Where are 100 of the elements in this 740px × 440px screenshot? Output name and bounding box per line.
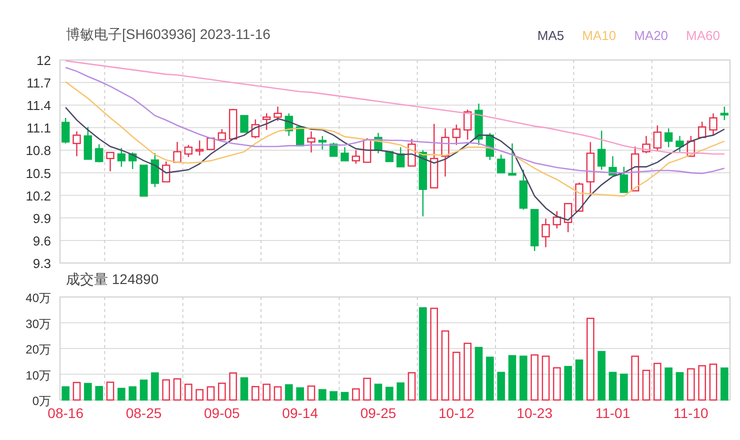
candlestick — [296, 125, 304, 146]
candlestick — [140, 164, 148, 197]
chart-title: 博敏电子[SH603936] 2023-11-16 — [66, 25, 270, 44]
volume-bar — [530, 354, 538, 401]
volume-bar — [162, 379, 170, 401]
volume-bar — [386, 386, 394, 401]
volume-bar — [173, 378, 182, 401]
volume-bar — [252, 386, 260, 401]
candlestick — [128, 152, 137, 170]
date-label: 09-25 — [360, 405, 396, 421]
legend-label: MA10 — [582, 26, 616, 44]
candlestick — [418, 150, 428, 216]
volume-bar — [709, 364, 718, 401]
volume-bar — [262, 384, 270, 401]
axis-label: 10万 — [26, 368, 51, 382]
candlestick — [630, 146, 640, 192]
volume-bar — [408, 372, 416, 401]
candlestick — [620, 166, 628, 193]
volume-bar — [218, 382, 226, 401]
candlestick — [642, 136, 650, 154]
candlestick — [564, 203, 572, 232]
volume-bar — [486, 356, 494, 401]
volume-title: 成交量 124890 — [66, 270, 159, 289]
candlestick — [352, 150, 360, 164]
candlestick — [274, 106, 282, 121]
axis-label: 9.3 — [32, 256, 51, 270]
candlestick — [720, 106, 729, 120]
volume-bar — [631, 356, 639, 401]
candlestick — [284, 113, 294, 136]
date-label: 11-10 — [674, 405, 708, 421]
volume-bar — [72, 382, 81, 401]
axis-label: 10.8 — [26, 143, 51, 158]
volume-bar — [296, 387, 304, 401]
volume-bar — [642, 370, 650, 401]
date-label: 10-12 — [438, 405, 474, 421]
volume-bar — [553, 367, 561, 401]
axis-label: 40万 — [26, 291, 51, 305]
axis-label: 11.1 — [26, 120, 51, 136]
candlestick — [463, 110, 472, 140]
candlestick — [597, 130, 606, 170]
date-label: 09-14 — [282, 405, 318, 421]
candlestick — [262, 113, 271, 130]
candlestick — [486, 132, 494, 160]
volume-bar — [374, 384, 382, 401]
candlestick — [307, 131, 316, 152]
volume-bar — [206, 386, 215, 401]
axis-label: 11.4 — [26, 98, 51, 114]
candlestick — [173, 142, 182, 163]
volume-bar — [508, 355, 516, 401]
date-label: 09-05 — [204, 405, 240, 421]
candlestick — [474, 104, 483, 145]
candlestick — [408, 138, 416, 167]
candlestick — [385, 151, 394, 162]
legend-label: MA20 — [634, 26, 668, 44]
volume-bar — [598, 350, 606, 401]
volume-bar — [352, 388, 360, 401]
candlestick — [709, 113, 718, 136]
candlestick — [228, 108, 238, 140]
candlestick — [150, 153, 160, 188]
axis-label: 11.7 — [26, 76, 51, 91]
volume-bar — [396, 382, 404, 401]
axis-label: 12 — [36, 53, 51, 68]
candlestick — [698, 122, 706, 138]
volume-bar — [608, 372, 617, 401]
volume-bar — [274, 386, 282, 401]
axis-label: 30万 — [26, 316, 51, 331]
candlestick — [676, 136, 684, 152]
volume-bar — [184, 384, 192, 401]
candlestick — [508, 143, 516, 176]
volume-bar — [240, 377, 248, 401]
volume-bar — [84, 382, 92, 401]
axis-label: 0万 — [32, 394, 51, 408]
axis-label: 10.2 — [26, 188, 51, 204]
date-label: 08-16 — [48, 405, 84, 421]
volume-bar — [497, 372, 505, 401]
candlestick — [542, 218, 550, 248]
candlestick — [84, 126, 92, 160]
legend-label: MA60 — [686, 26, 720, 44]
volume-bar — [106, 382, 114, 401]
axis-label: 20万 — [26, 342, 51, 356]
candlestick — [653, 125, 662, 151]
candlestick — [94, 144, 104, 162]
volume-bar — [575, 359, 584, 401]
candlestick — [664, 128, 673, 148]
volume-bar — [654, 362, 662, 401]
volume-bar — [676, 372, 684, 401]
volume-bar — [340, 392, 349, 401]
legend-label: MA5 — [537, 26, 564, 44]
candlestick — [441, 128, 450, 177]
axis-label: 10.5 — [26, 166, 51, 181]
candlestick — [396, 147, 405, 168]
volume-bar — [151, 372, 159, 401]
volume-bar — [62, 386, 70, 401]
volume-bar — [118, 388, 126, 401]
candlestick — [240, 115, 248, 133]
volume-bar — [285, 384, 293, 401]
candlestick — [184, 144, 193, 157]
volume-bar — [307, 386, 316, 401]
candlestick — [552, 211, 562, 228]
volume-bar — [95, 386, 103, 401]
